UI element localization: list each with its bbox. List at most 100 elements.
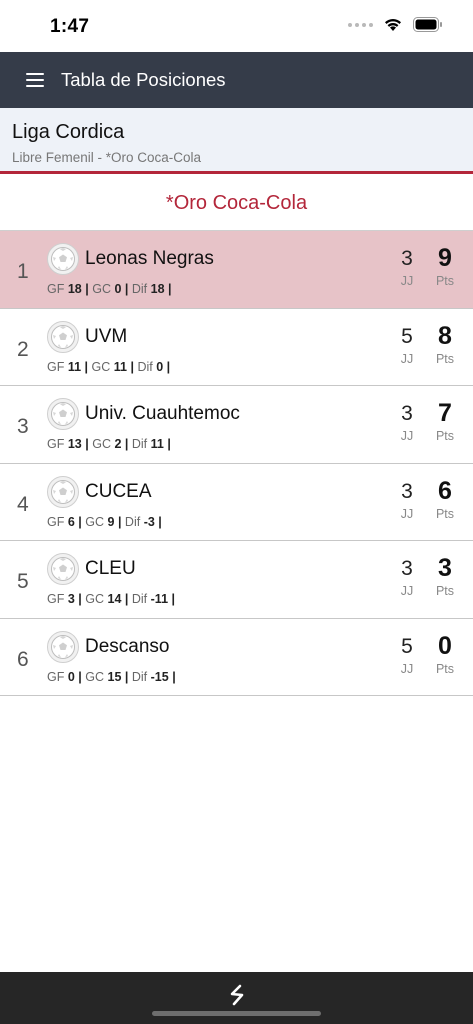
separator: | bbox=[166, 359, 171, 374]
home-indicator[interactable] bbox=[152, 1011, 321, 1016]
standings-list: 1 Leonas Negras GF 18 | GC 0 | Dif 18 | 3 JJ… bbox=[0, 231, 473, 696]
dif-value: -11 bbox=[150, 592, 169, 606]
separator: | bbox=[158, 514, 162, 529]
league-subtitle: Libre Femenil - *Oro Coca-Cola bbox=[12, 150, 202, 165]
dif-label: Dif bbox=[131, 282, 148, 296]
gf-value: 18 bbox=[67, 282, 82, 296]
team-name: Descanso bbox=[85, 635, 170, 657]
group-title: *Oro Coca-Cola bbox=[0, 177, 473, 231]
dif-label: Dif bbox=[124, 514, 141, 529]
standings-row[interactable]: 5 CLEU GF 3 | GC 14 | Dif -11 | 3 JJ 3 Pts bbox=[0, 541, 473, 619]
games-played-value: 3 bbox=[401, 479, 413, 503]
page-title: Tabla de Posiciones bbox=[61, 69, 226, 90]
dif-value: 18 bbox=[150, 282, 165, 296]
team-stats: GF 3 | GC 14 | Dif -11 | bbox=[47, 592, 175, 606]
gf-label: GF bbox=[47, 669, 65, 684]
position-number: 3 bbox=[17, 415, 29, 438]
points-label: Pts bbox=[435, 584, 455, 598]
position-number: 5 bbox=[17, 570, 29, 593]
gc-value: 11 bbox=[113, 359, 127, 374]
team-name: Univ. Cuauhtemoc bbox=[85, 403, 240, 424]
games-played-label: JJ bbox=[400, 429, 414, 443]
position-number: 2 bbox=[17, 337, 29, 361]
games-played-value: 3 bbox=[401, 247, 413, 270]
games-played-label: JJ bbox=[400, 584, 414, 598]
position-number: 4 bbox=[17, 492, 29, 516]
points-label: Pts bbox=[435, 351, 455, 366]
app-logo-icon[interactable] bbox=[224, 982, 250, 1008]
soccer-ball-icon bbox=[47, 243, 79, 275]
team-stats: GF 0 | GC 15 | Dif -15 | bbox=[47, 670, 176, 684]
team-name: CUCEA bbox=[85, 480, 152, 502]
gc-label: GC bbox=[91, 359, 111, 374]
team-name: UVM bbox=[85, 325, 128, 347]
gf-value: 3 bbox=[67, 592, 75, 606]
gf-label: GF bbox=[47, 282, 65, 296]
standings-row[interactable]: 1 Leonas Negras GF 18 | GC 0 | Dif 18 | 3 JJ… bbox=[0, 231, 473, 309]
points-label: Pts bbox=[435, 429, 455, 443]
separator: | bbox=[78, 592, 82, 606]
gc-value: 14 bbox=[107, 592, 122, 606]
gc-label: GC bbox=[92, 282, 111, 296]
points-label: Pts bbox=[435, 661, 455, 676]
separator: | bbox=[84, 359, 89, 374]
standings-row[interactable]: 4 CUCEA GF 6 | GC 9 | Dif -3 | 3 JJ 6 Pts bbox=[0, 463, 473, 541]
status-icons bbox=[348, 17, 443, 32]
league-name: Liga Cordica bbox=[12, 121, 125, 143]
team-name: Leonas Negras bbox=[85, 248, 214, 269]
gf-label: GF bbox=[47, 437, 65, 451]
points-label: Pts bbox=[435, 506, 455, 521]
team-stats: GF 11 | GC 11 | Dif 0 | bbox=[47, 360, 170, 374]
position-number: 6 bbox=[17, 647, 29, 671]
gc-value: 2 bbox=[114, 437, 122, 451]
team-stats: GF 6 | GC 9 | Dif -3 | bbox=[47, 515, 162, 529]
gc-value: 9 bbox=[107, 514, 115, 529]
dif-label: Dif bbox=[131, 669, 148, 684]
team-stats: GF 13 | GC 2 | Dif 11 | bbox=[47, 437, 171, 451]
separator: | bbox=[167, 437, 171, 451]
games-played-label: JJ bbox=[400, 351, 414, 366]
soccer-ball-icon bbox=[47, 398, 79, 430]
separator: | bbox=[78, 669, 82, 684]
points-value: 3 bbox=[438, 554, 452, 582]
wifi-icon bbox=[385, 19, 401, 31]
points-value: 9 bbox=[438, 244, 452, 272]
status-bar: 1:47 bbox=[0, 0, 473, 52]
separator: | bbox=[124, 669, 129, 684]
soccer-ball-icon bbox=[47, 553, 79, 585]
separator: | bbox=[78, 514, 82, 529]
dif-label: Dif bbox=[137, 359, 153, 374]
gf-label: GF bbox=[47, 514, 65, 529]
separator: | bbox=[124, 282, 129, 296]
points-label: Pts bbox=[435, 274, 455, 288]
gc-label: GC bbox=[92, 437, 111, 451]
hamburger-menu-icon[interactable] bbox=[26, 73, 44, 87]
status-time: 1:47 bbox=[50, 16, 90, 37]
games-played-value: 5 bbox=[401, 634, 413, 658]
team-stats: GF 18 | GC 0 | Dif 18 | bbox=[47, 282, 172, 296]
separator: | bbox=[124, 592, 129, 606]
points-value: 8 bbox=[438, 321, 452, 350]
games-played-value: 3 bbox=[401, 557, 413, 580]
dif-value: 0 bbox=[156, 359, 164, 374]
dif-value: -15 bbox=[150, 669, 169, 684]
separator: | bbox=[130, 359, 134, 374]
games-played-value: 5 bbox=[401, 324, 413, 348]
gf-value: 6 bbox=[67, 514, 75, 529]
battery-icon bbox=[413, 17, 442, 32]
games-played-value: 3 bbox=[401, 402, 413, 425]
standings-row[interactable]: 3 Univ. Cuauhtemoc GF 13 | GC 2 | Dif 11 |… bbox=[0, 386, 473, 464]
league-header: Liga Cordica Libre Femenil - *Oro Coca-C… bbox=[0, 108, 473, 174]
position-number: 1 bbox=[17, 260, 29, 283]
soccer-ball-icon bbox=[47, 320, 79, 353]
points-value: 6 bbox=[438, 476, 452, 505]
standings-row[interactable]: 2 UVM GF 11 | GC 11 | Dif 0 | 5 JJ 8 Pts bbox=[0, 308, 473, 386]
separator: | bbox=[85, 282, 89, 296]
games-played-label: JJ bbox=[400, 506, 414, 521]
gf-value: 0 bbox=[67, 669, 75, 684]
gf-label: GF bbox=[47, 359, 65, 374]
nav-bar: Tabla de Posiciones bbox=[0, 52, 473, 108]
standings-row[interactable]: 6 Descanso GF 0 | GC 15 | Dif -15 | 5 JJ 0 Pts bbox=[0, 618, 473, 696]
signal-dots-icon bbox=[348, 22, 373, 27]
bottom-bar bbox=[0, 972, 473, 1024]
